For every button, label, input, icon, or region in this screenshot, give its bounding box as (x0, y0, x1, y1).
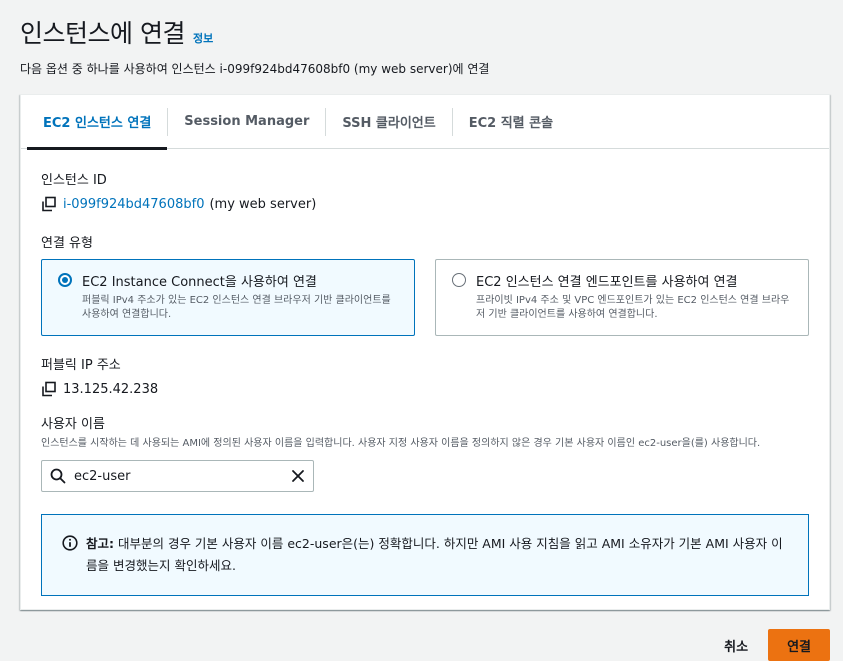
cancel-button[interactable]: 취소 (708, 629, 764, 661)
public-ip-value: 13.125.42.238 (63, 381, 159, 397)
copy-icon[interactable] (41, 196, 57, 212)
radio-button-checked[interactable] (58, 273, 72, 287)
tab-content: 인스턴스 ID i-099f924bd47608bf0 (my web serv… (21, 149, 829, 596)
copy-icon[interactable] (41, 381, 57, 397)
tab-session-manager[interactable]: Session Manager (168, 95, 325, 149)
info-icon (62, 535, 78, 551)
instance-id-row: i-099f924bd47608bf0 (my web server) (41, 196, 809, 212)
username-input[interactable] (74, 468, 291, 484)
alert-text: 참고: 대부분의 경우 기본 사용자 이름 ec2-user은(는) 정확합니다… (86, 533, 788, 595)
connect-panel: EC2 인스턴스 연결 Session Manager SSH 클라이언트 EC… (20, 94, 830, 610)
instance-id-link[interactable]: i-099f924bd47608bf0 (63, 197, 204, 212)
page-header: 인스턴스에 연결 정보 다음 옵션 중 하나를 사용하여 인스턴스 i-099f… (20, 14, 830, 77)
search-icon (50, 468, 66, 484)
tab-ec2-instance-connect[interactable]: EC2 인스턴스 연결 (27, 95, 168, 150)
tile-text: EC2 Instance Connect을 사용하여 연결 퍼블릭 IPv4 주… (82, 271, 398, 324)
tile-title: EC2 인스턴스 연결 엔드포인트를 사용하여 연결 (476, 275, 738, 290)
tile-text: EC2 인스턴스 연결 엔드포인트를 사용하여 연결 프라이빗 IPv4 주소 … (476, 271, 792, 324)
public-ip-row: 13.125.42.238 (41, 381, 809, 397)
tile-title: EC2 Instance Connect을 사용하여 연결 (82, 275, 317, 290)
alert-message: 대부분의 경우 기본 사용자 이름 ec2-user은(는) 정확합니다. 하지… (86, 536, 783, 573)
info-link[interactable]: 정보 (193, 30, 213, 46)
radio-button[interactable] (452, 273, 466, 287)
connection-type-tiles: EC2 Instance Connect을 사용하여 연결 퍼블릭 IPv4 주… (41, 259, 809, 336)
tab-bar: EC2 인스턴스 연결 Session Manager SSH 클라이언트 EC… (21, 95, 829, 150)
connect-button[interactable]: 연결 (768, 629, 830, 661)
public-ip-label: 퍼블릭 IP 주소 (41, 358, 121, 373)
tile-description: 퍼블릭 IPv4 주소가 있는 EC2 인스턴스 연결 브라우저 기반 클라이언… (82, 295, 391, 320)
tab-ec2-serial-console[interactable]: EC2 직렬 콘솔 (453, 95, 569, 149)
page-description: 다음 옵션 중 하나를 사용하여 인스턴스 i-099f924bd47608bf… (20, 62, 490, 76)
alert-prefix: 참고: (86, 536, 114, 551)
close-icon[interactable] (291, 469, 305, 483)
info-alert: 참고: 대부분의 경우 기본 사용자 이름 ec2-user은(는) 정확합니다… (41, 514, 809, 596)
connection-option-endpoint[interactable]: EC2 인스턴스 연결 엔드포인트를 사용하여 연결 프라이빗 IPv4 주소 … (435, 259, 809, 336)
connection-option-instance-connect[interactable]: EC2 Instance Connect을 사용하여 연결 퍼블릭 IPv4 주… (41, 259, 415, 336)
username-label: 사용자 이름 (41, 417, 105, 432)
username-description: 인스턴스를 시작하는 데 사용되는 AMI에 정의된 사용자 이름을 입력합니다… (41, 438, 761, 449)
instance-id-label: 인스턴스 ID (41, 173, 107, 188)
tab-ssh-client[interactable]: SSH 클라이언트 (326, 95, 451, 149)
instance-name: (my web server) (209, 196, 317, 212)
username-input-box[interactable] (41, 460, 314, 492)
page-title: 인스턴스에 연결 (20, 19, 185, 48)
footer-actions: 취소 연결 (708, 629, 830, 661)
connection-type-label: 연결 유형 (41, 236, 93, 251)
tile-description: 프라이빗 IPv4 주소 및 VPC 엔드포인트가 있는 EC2 인스턴스 연결… (476, 295, 790, 320)
page-title-row: 인스턴스에 연결 정보 (20, 14, 830, 50)
